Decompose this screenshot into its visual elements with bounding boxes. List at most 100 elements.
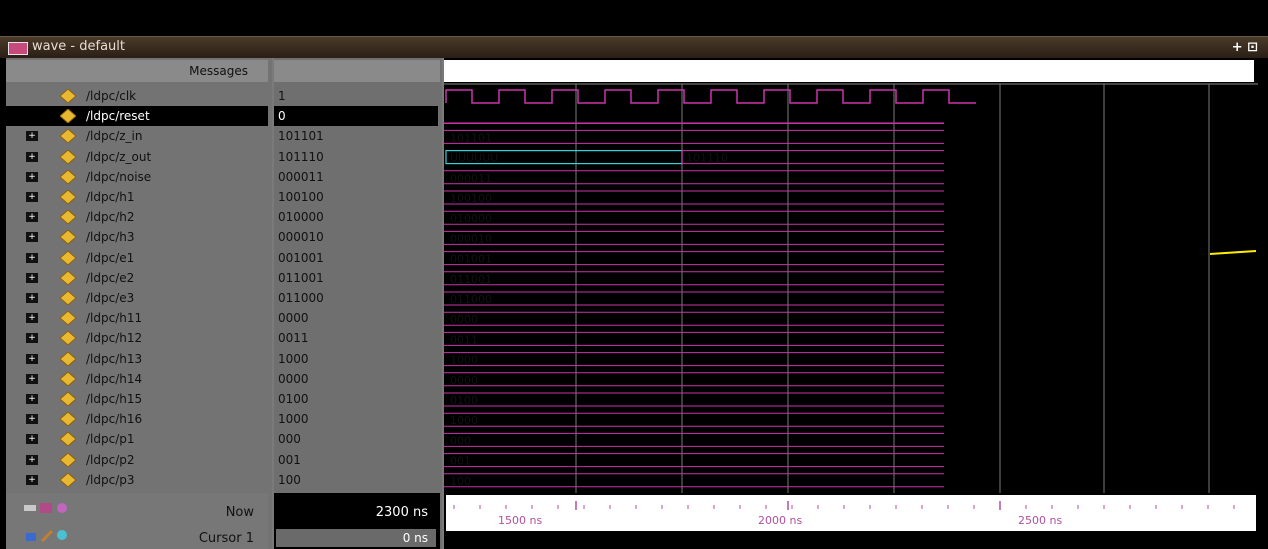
signal-diamond-icon (59, 249, 77, 266)
cursor-label[interactable]: Cursor 1 (199, 531, 254, 546)
signal-diamond-icon (59, 391, 77, 407)
clk-waveform (445, 89, 976, 104)
signal-name: /ldpc/z_out (86, 149, 152, 164)
signal-name: /ldpc/noise (86, 169, 152, 184)
timeline-strip (446, 495, 1256, 531)
signal-diamond-icon (59, 451, 77, 468)
signal-name: /ldpc/h12 (86, 331, 143, 346)
signal-diamond-icon (59, 128, 77, 145)
signal-row[interactable]: + /ldpc/h13 (6, 349, 268, 369)
expand-icon[interactable]: + (26, 171, 38, 182)
bus-value-label: 011000 (450, 293, 492, 306)
wave-window: Messages /ldpc/clk/ldpc/reset + /ldpc/z_in… (6, 58, 1258, 549)
bus-value-label: 1000 (450, 414, 478, 427)
now-label: Now (225, 505, 254, 520)
expand-icon[interactable]: + (26, 474, 38, 485)
signal-value: 0 (274, 106, 438, 127)
timeline-label: 1500 ns (498, 514, 542, 527)
expand-icon[interactable]: + (26, 373, 38, 384)
expand-icon[interactable]: + (26, 313, 38, 324)
bus-value-label: 000010 (450, 232, 492, 245)
signal-row[interactable]: + /ldpc/p3 (6, 470, 268, 490)
toolbar-icons[interactable] (24, 501, 74, 518)
expand-icon[interactable]: + (26, 252, 38, 263)
signal-name: /ldpc/clk (86, 89, 137, 103)
signal-row[interactable]: + /ldpc/h15 (6, 389, 268, 409)
expand-icon[interactable]: + (26, 454, 38, 465)
expand-icon[interactable]: + (26, 151, 38, 162)
wave-window-icon (8, 42, 28, 55)
expand-icon[interactable]: + (26, 293, 38, 303)
bus-value-label: 000 (450, 434, 471, 447)
expand-icon[interactable]: + (26, 232, 38, 243)
signal-row[interactable]: + /ldpc/h3 (6, 227, 268, 247)
bus-value-label: 0000 (450, 374, 478, 387)
signal-row[interactable]: + /ldpc/e1 (6, 248, 268, 268)
signal-name: /ldpc/z_in (86, 129, 143, 144)
cursor-tool-icons[interactable] (26, 527, 76, 546)
bus-value-label: 0000 (450, 313, 478, 326)
signal-row[interactable]: + /ldpc/h2 (6, 207, 268, 227)
signal-diamond-icon (59, 330, 77, 347)
signal-row[interactable]: /ldpc/reset (6, 106, 268, 127)
expand-icon[interactable]: + (26, 192, 38, 202)
bus-value-label: 0011 (450, 333, 478, 346)
signal-row[interactable]: + /ldpc/h11 (6, 308, 268, 328)
signal-name: /ldpc/e1 (86, 250, 135, 265)
signal-row[interactable]: + /ldpc/z_in (6, 126, 268, 146)
signal-name: /ldpc/h2 (86, 210, 135, 225)
expand-icon[interactable]: + (26, 212, 38, 223)
values-header (274, 60, 440, 82)
signal-row[interactable]: + /ldpc/e3 (6, 288, 268, 308)
expand-icon[interactable]: + (26, 353, 38, 364)
signal-name: /ldpc/p1 (86, 432, 135, 447)
expand-icon[interactable]: + (26, 394, 38, 404)
bus-value-label: 100100 (450, 192, 492, 205)
expand-icon[interactable]: + (26, 434, 38, 445)
signal-row[interactable]: /ldpc/clk (6, 86, 268, 106)
window-title: wave - default (32, 39, 125, 54)
signal-diamond-icon (59, 411, 77, 427)
values-footer: 2300 ns 0 ns (274, 493, 440, 549)
waveform-canvas[interactable]: 101101UUUUUU 1011100000111001000100000000… (444, 58, 1258, 549)
signal-row[interactable]: + /ldpc/h12 (6, 328, 268, 348)
expand-icon[interactable]: + (26, 333, 38, 344)
signal-row[interactable]: + /ldpc/h1 (6, 187, 268, 207)
signal-name: /ldpc/h11 (86, 311, 143, 326)
bus-value-label: 101110 (686, 152, 728, 165)
signal-diamond-icon (59, 350, 77, 367)
signal-row[interactable]: + /ldpc/p2 (6, 450, 268, 470)
bus-value-label: 0100 (450, 394, 478, 407)
signal-name: /ldpc/h15 (86, 392, 143, 406)
signal-name: /ldpc/p3 (86, 472, 135, 487)
signal-row[interactable]: + /ldpc/p1 (6, 429, 268, 449)
signal-row[interactable]: + /ldpc/h14 (6, 369, 268, 389)
signal-name: /ldpc/reset (86, 109, 150, 124)
signal-name: /ldpc/h16 (86, 412, 143, 427)
signal-name: /ldpc/p2 (86, 452, 135, 467)
signal-row[interactable]: + /ldpc/noise (6, 167, 268, 187)
bus-value-label: 1000 (450, 354, 478, 367)
waveform-pane[interactable]: 101101 UUUUUU 101110 000011 100100 010000 0000… (444, 58, 1258, 549)
expand-icon[interactable]: + (26, 131, 38, 142)
signal-name-column: Messages /ldpc/clk/ldpc/reset + /ldpc/z_in… (6, 58, 272, 549)
expand-icon[interactable]: + (26, 272, 38, 283)
signal-diamond-icon (59, 189, 77, 205)
signal-row[interactable]: + /ldpc/z_out (6, 147, 268, 167)
bus-value-label: 100 (450, 475, 471, 488)
window-titlebar: wave - default + ⊡ (0, 36, 1268, 58)
signal-diamond-icon (59, 270, 77, 286)
signal-name: /ldpc/h14 (86, 371, 143, 386)
signal-diamond-icon (59, 108, 77, 124)
signal-row[interactable]: + /ldpc/h16 (6, 409, 268, 429)
expand-icon[interactable]: + (26, 414, 38, 425)
cursor-mark (1209, 250, 1257, 255)
window-controls[interactable]: + ⊡ (1232, 40, 1258, 55)
signal-name: /ldpc/h13 (86, 351, 143, 366)
signal-diamond-icon (59, 148, 77, 165)
signal-row[interactable]: + /ldpc/e2 (6, 268, 268, 288)
timeline-label: 2500 ns (1018, 514, 1062, 527)
cursor-value[interactable]: 0 ns (276, 529, 436, 547)
timeline-label: 2000 ns (758, 514, 802, 527)
bus-value-label: 000011 (450, 172, 492, 185)
